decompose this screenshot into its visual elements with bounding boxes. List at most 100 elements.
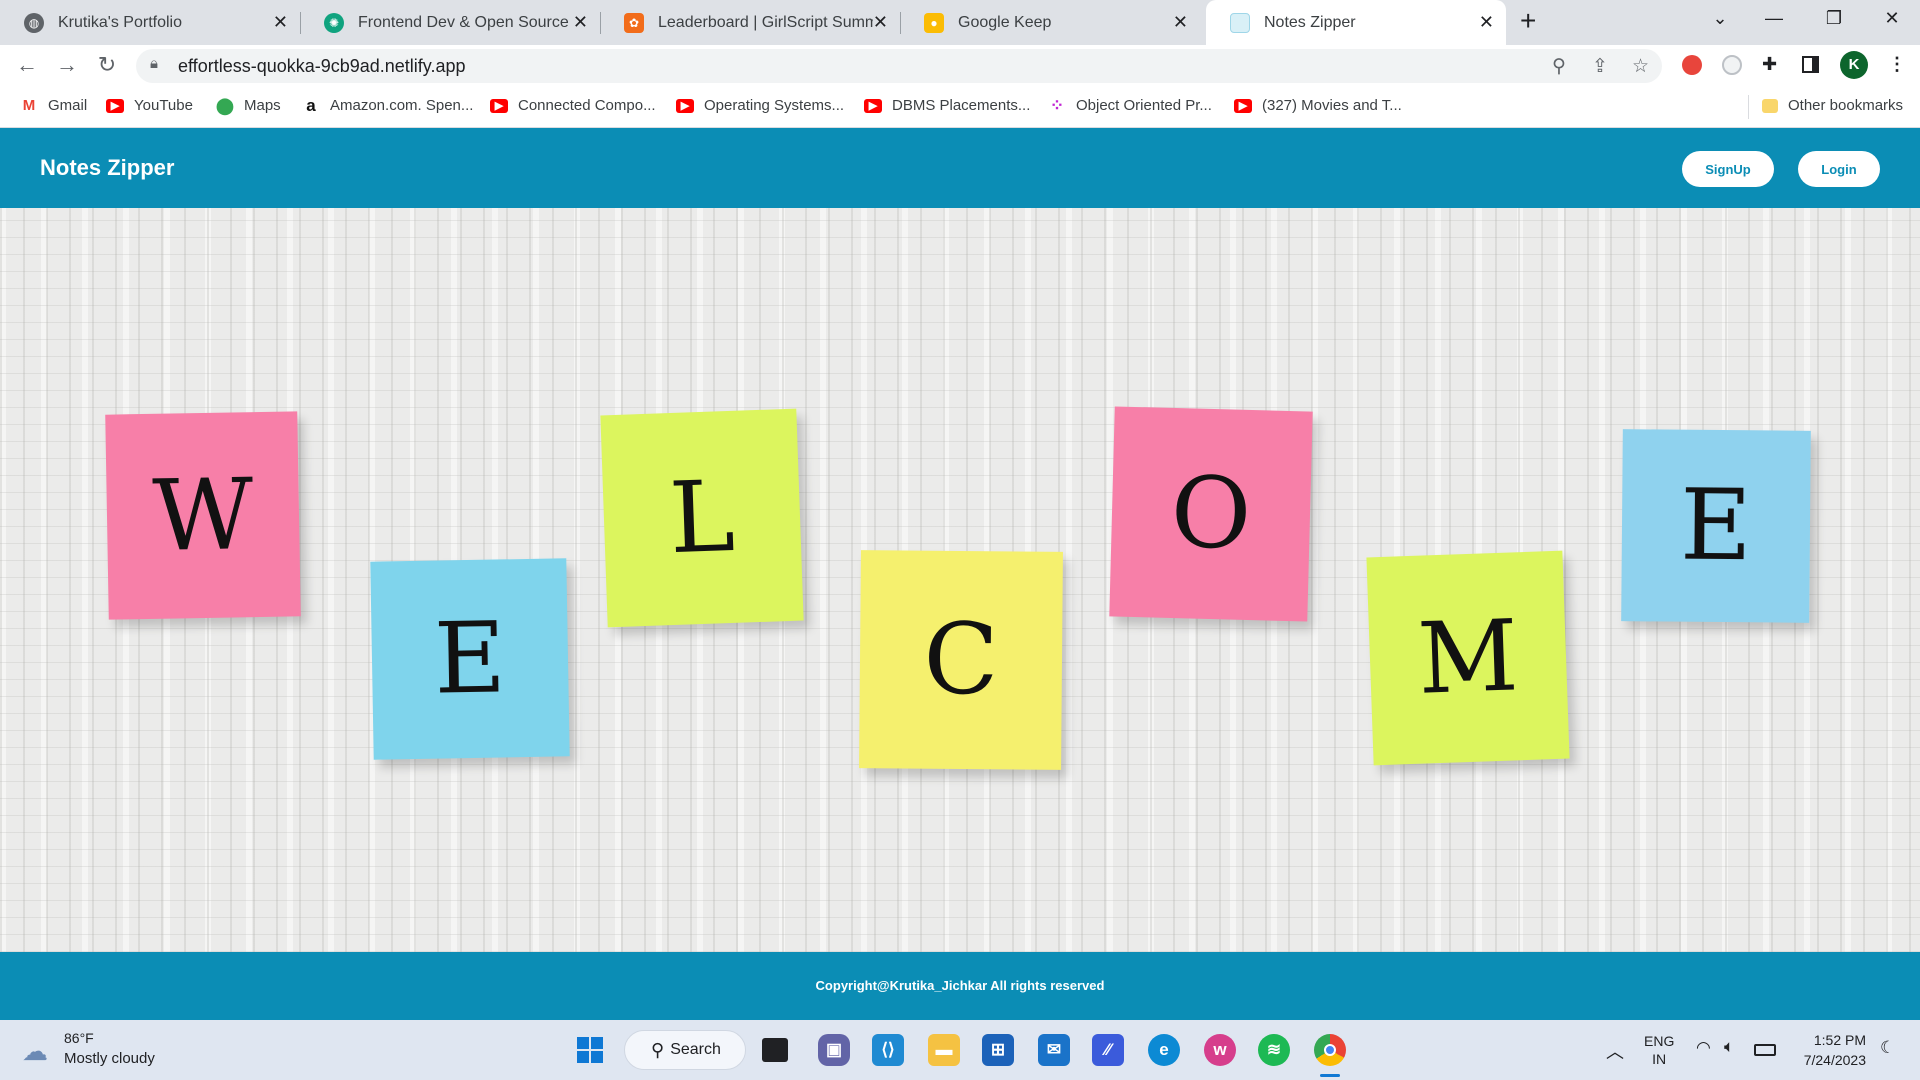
copyright-text: Copyright@Krutika_Jichkar All rights res… — [815, 978, 1105, 993]
windows-start-icon[interactable] — [574, 1034, 606, 1066]
zoom-icon[interactable]: ⚲ — [1552, 55, 1566, 78]
volume-icon[interactable]: 🔈︎ — [1724, 1037, 1734, 1057]
weather-description: Mostly cloudy — [64, 1050, 155, 1067]
bookmark-label: Connected Compo... — [518, 97, 656, 114]
bookmark-movies[interactable]: ▶ (327) Movies and T... — [1234, 97, 1402, 114]
bookmark-dbms-placements[interactable]: ▶ DBMS Placements... — [864, 97, 1030, 114]
close-icon[interactable]: ✕ — [573, 12, 588, 32]
bookmark-gmail[interactable]: M Gmail — [20, 97, 87, 114]
address-bar[interactable]: 🔒︎ effortless-quokka-9cb9ad.netlify.app … — [136, 49, 1662, 83]
vscode-icon[interactable]: ⟨⟩ — [872, 1034, 904, 1066]
tab-search-icon[interactable]: ⌄ — [1700, 8, 1740, 29]
bookmark-youtube[interactable]: ▶ YouTube — [106, 97, 193, 114]
sticky-note-l: L — [600, 408, 804, 628]
tab-strip: ◍ Krutika's Portfolio ✕ ✺ Frontend Dev &… — [0, 0, 1920, 45]
app-footer: Copyright@Krutika_Jichkar All rights res… — [0, 952, 1920, 1020]
brand-logo[interactable]: Notes Zipper — [40, 155, 174, 181]
window-close-icon[interactable]: ✕ — [1872, 8, 1912, 29]
weather-widget[interactable]: ☁ 86°F Mostly cloudy — [22, 1030, 202, 1070]
language-code: ENG — [1644, 1033, 1675, 1049]
bookmark-label: Operating Systems... — [704, 97, 845, 114]
search-label: Search — [670, 1041, 721, 1058]
bookmark-label: Object Oriented Pr... — [1076, 97, 1212, 114]
side-panel-icon[interactable] — [1802, 56, 1819, 73]
clock[interactable]: 1:52 PM 7/24/2023 — [1790, 1030, 1866, 1070]
language-indicator[interactable]: ENG IN — [1644, 1032, 1674, 1068]
bookmark-object-oriented[interactable]: ⁘ Object Oriented Pr... — [1048, 96, 1212, 115]
tab-krutikas-portfolio[interactable]: ◍ Krutika's Portfolio ✕ — [0, 0, 300, 45]
close-icon[interactable]: ✕ — [873, 12, 888, 32]
reload-icon[interactable]: ↻ — [92, 53, 122, 77]
tab-title: Frontend Dev & Open Source — [358, 13, 569, 31]
welcome-hero: W E L C O M E — [0, 208, 1920, 952]
teams-chat-icon[interactable]: ▣ — [818, 1034, 850, 1066]
battery-icon[interactable] — [1754, 1044, 1776, 1056]
bookmark-maps[interactable]: ⬤ Maps — [216, 97, 281, 115]
edge-icon[interactable]: e — [1148, 1034, 1180, 1066]
region-code: IN — [1652, 1051, 1667, 1067]
lock-icon[interactable]: 🔒︎ — [150, 55, 158, 72]
girlscript-icon: ✿ — [624, 12, 644, 33]
bookmark-amazon[interactable]: a Amazon.com. Spen... — [302, 95, 474, 115]
bookmark-label: Maps — [244, 97, 281, 114]
task-view-icon[interactable] — [762, 1038, 788, 1062]
cloud-sun-icon: ☁ — [22, 1036, 48, 1066]
forward-icon[interactable]: → — [52, 53, 82, 77]
sticky-note-e2: E — [1621, 429, 1811, 623]
url-text[interactable]: effortless-quokka-9cb9ad.netlify.app — [178, 56, 466, 77]
date-text: 7/24/2023 — [1803, 1052, 1866, 1068]
amazon-icon: a — [306, 95, 316, 115]
taskbar-search[interactable]: ⚲ Search — [624, 1030, 746, 1070]
close-icon[interactable]: ✕ — [1479, 12, 1494, 32]
share-icon[interactable]: ⇪ — [1592, 55, 1608, 78]
other-bookmarks-folder[interactable]: Other bookmarks — [1762, 97, 1903, 114]
restore-icon[interactable]: ❐ — [1814, 8, 1854, 29]
dev-app-icon[interactable]: ⁄⁄ — [1092, 1034, 1124, 1066]
tab-google-keep[interactable]: ● Google Keep ✕ — [900, 0, 1200, 45]
back-icon[interactable]: ← — [12, 53, 42, 77]
close-icon[interactable]: ✕ — [273, 12, 288, 32]
extensions-icon[interactable]: ✚ — [1762, 54, 1777, 75]
bookmark-operating-systems[interactable]: ▶ Operating Systems... — [676, 97, 844, 114]
extension-red-icon[interactable] — [1682, 55, 1702, 75]
bookmark-connected-components[interactable]: ▶ Connected Compo... — [490, 97, 656, 114]
profile-avatar[interactable]: K — [1840, 51, 1868, 79]
tab-frontend-dev[interactable]: ✺ Frontend Dev & Open Source ✕ — [300, 0, 600, 45]
sticky-note-c: C — [859, 550, 1063, 770]
page-icon — [1230, 12, 1250, 33]
tab-leaderboard[interactable]: ✿ Leaderboard | GirlScript Summer ✕ — [600, 0, 900, 45]
extension-panda-icon[interactable] — [1722, 55, 1742, 75]
openai-icon: ✺ — [324, 12, 344, 33]
bookmark-label: DBMS Placements... — [892, 97, 1031, 114]
browser-toolbar: ← → ↻ 🔒︎ effortless-quokka-9cb9ad.netlif… — [0, 45, 1920, 85]
file-explorer-icon[interactable]: ▬ — [928, 1034, 960, 1066]
bookmark-label: Gmail — [48, 97, 88, 114]
signup-button[interactable]: SignUp — [1682, 151, 1774, 187]
tab-notes-zipper[interactable]: Notes Zipper ✕ — [1206, 0, 1506, 45]
notification-icon[interactable]: ☾ — [1880, 1038, 1895, 1058]
spotify-icon[interactable]: ≋ — [1258, 1034, 1290, 1066]
bookmark-label: Amazon.com. Spen... — [330, 97, 474, 114]
chrome-icon[interactable] — [1314, 1034, 1346, 1066]
tab-title: Notes Zipper — [1264, 13, 1356, 31]
wps-office-icon[interactable]: w — [1204, 1034, 1236, 1066]
sticky-note-e1: E — [370, 558, 570, 760]
new-tab-button[interactable]: + — [1520, 6, 1536, 36]
mail-icon[interactable]: ✉ — [1038, 1034, 1070, 1066]
maps-icon: ⬤ — [216, 97, 234, 115]
globe-icon: ◍ — [24, 12, 44, 33]
close-icon[interactable]: ✕ — [1173, 12, 1188, 32]
bookmarks-bar: M Gmail ▶ YouTube ⬤ Maps a Amazon.com. S… — [0, 85, 1920, 128]
tray-overflow-icon[interactable]: ︿ — [1606, 1038, 1624, 1064]
search-icon: ⚲ — [651, 1039, 665, 1060]
wifi-icon[interactable]: ◠ — [1696, 1038, 1711, 1058]
minimize-icon[interactable]: — — [1754, 8, 1794, 29]
microsoft-store-icon[interactable]: ⊞ — [982, 1034, 1014, 1066]
bookmark-star-icon[interactable]: ☆ — [1632, 55, 1649, 78]
tab-title: Google Keep — [958, 13, 1052, 31]
more-menu-icon[interactable]: ⋮ — [1888, 54, 1906, 75]
login-button[interactable]: Login — [1798, 151, 1880, 187]
tab-title: Krutika's Portfolio — [58, 13, 182, 31]
bookmark-label: (327) Movies and T... — [1262, 97, 1402, 114]
chrome-active-indicator — [1320, 1074, 1340, 1077]
